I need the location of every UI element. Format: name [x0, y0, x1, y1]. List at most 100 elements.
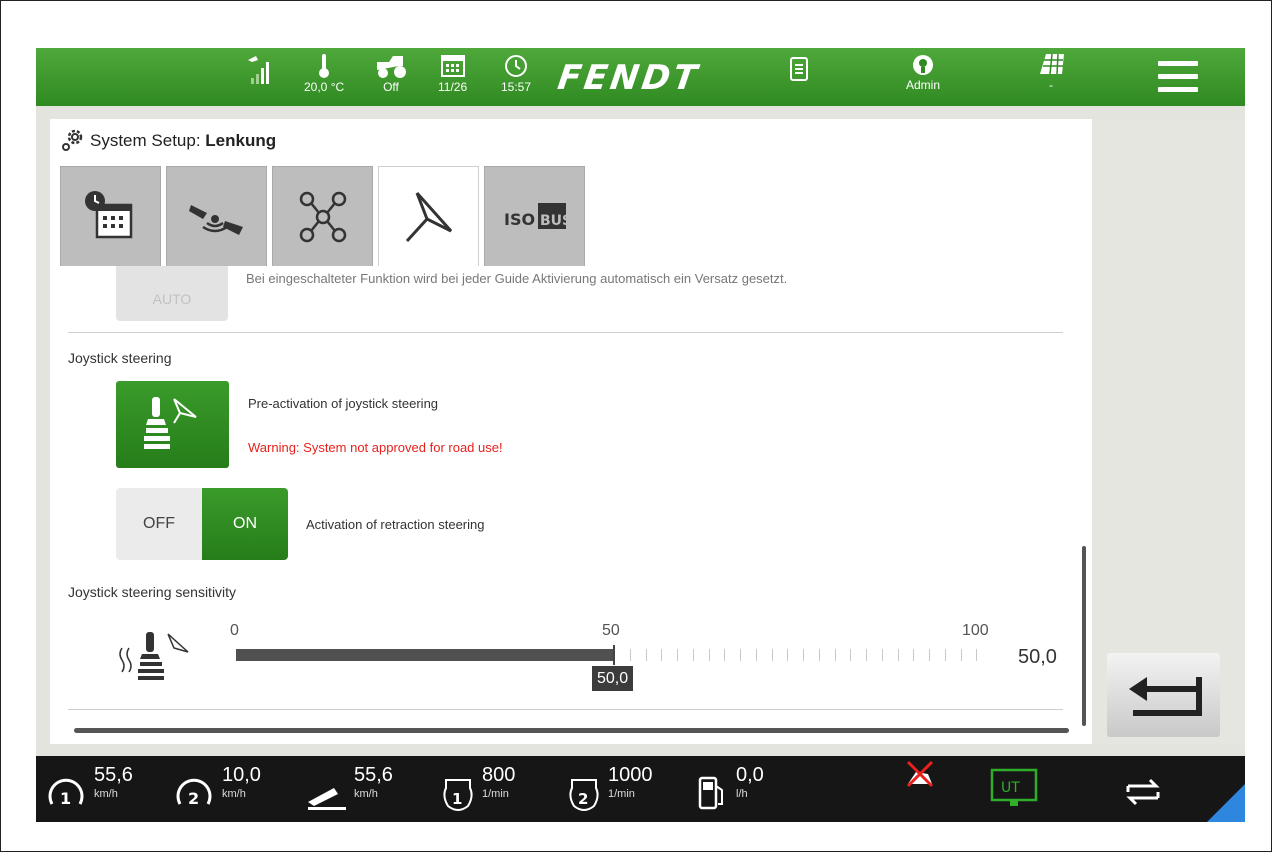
auto-offset-button[interactable]: AUTO: [116, 266, 228, 321]
horizontal-scrollbar[interactable]: [74, 728, 1069, 733]
fuel-value: 0,0: [736, 764, 764, 786]
field-indicator[interactable]: -: [1034, 52, 1068, 92]
sensitivity-slider-area: 0 50 100 50,0 50,0: [50, 616, 1092, 716]
tab-scheduler[interactable]: [60, 166, 161, 266]
steering-guide-icon: [405, 191, 452, 243]
toggle-on-option[interactable]: ON: [202, 488, 288, 560]
fuel-unit: l/h: [736, 788, 748, 800]
speed-2-unit: km/h: [222, 788, 246, 800]
auto-offset-description: Bei eingeschalteter Funktion wird bei je…: [246, 271, 788, 286]
slider-tick: [976, 649, 978, 661]
slider-mid-label: 50: [602, 622, 620, 639]
speed-1-value: 55,6: [94, 764, 133, 786]
preactivation-label: Pre-activation of joystick steering: [248, 396, 439, 411]
svg-text:UT: UT: [1001, 780, 1020, 796]
terminal-screen: 20,0 °C Off 11/26 15:57 FENDT Admin - Sy…: [36, 48, 1245, 822]
satellite-icon: [188, 204, 243, 235]
back-button[interactable]: [1107, 653, 1220, 737]
speed-3-unit: km/h: [354, 788, 378, 800]
field-icon: [1040, 53, 1064, 75]
tab-network[interactable]: [272, 166, 373, 266]
rpm-2-value: 1000: [608, 764, 653, 786]
svg-text:ISO: ISO: [504, 210, 535, 229]
slider-tick: [740, 649, 741, 661]
rpm-2-unit: 1/min: [608, 788, 635, 800]
slider-tick: [834, 649, 836, 661]
sensitivity-section-label: Joystick steering sensitivity: [68, 584, 237, 600]
user-label: Admin: [906, 78, 941, 92]
user-indicator[interactable]: Admin: [906, 52, 940, 92]
right-panel: [1092, 119, 1245, 745]
tab-satellite[interactable]: [166, 166, 267, 266]
slider-handle[interactable]: [613, 645, 615, 665]
speedometer-2-icon: 2: [176, 778, 212, 808]
top-status-bar: 20,0 °C Off 11/26 15:57 FENDT Admin -: [36, 48, 1245, 106]
swap-icon: [1126, 778, 1160, 806]
tractor-status-label: Off: [383, 80, 399, 94]
joystick-sensitivity-icon: [119, 632, 189, 680]
implement-disabled-indicator[interactable]: [902, 758, 938, 808]
slider-tick: [929, 649, 930, 661]
sensitivity-slider[interactable]: [236, 645, 992, 665]
signal-icon[interactable]: [242, 52, 276, 86]
page-header: System Setup: Lenkung ISO BUS: [50, 119, 1092, 267]
slider-tick: [755, 649, 757, 661]
vertical-scrollbar[interactable]: [1082, 546, 1086, 726]
slider-tick: [803, 649, 804, 661]
tab-steering[interactable]: [378, 166, 479, 267]
tractor-status[interactable]: Off: [373, 52, 409, 94]
slider-tick: [661, 649, 663, 661]
slider-min-label: 0: [230, 622, 239, 639]
retraction-toggle[interactable]: OFF ON: [116, 488, 288, 560]
engine-1-icon: 1: [443, 779, 473, 811]
slider-tick: [866, 649, 867, 661]
pedal-icon: [308, 788, 346, 810]
slider-value-display: 50,0: [1018, 646, 1057, 668]
back-arrow-icon: [1129, 677, 1202, 716]
slider-tick: [913, 649, 915, 661]
svg-text:BUS: BUS: [540, 213, 570, 229]
thermometer-icon: [319, 54, 330, 78]
joystick-icon: [144, 397, 197, 449]
slider-tick: [881, 649, 883, 661]
svg-text:1: 1: [452, 790, 462, 808]
tractor-icon: [377, 56, 406, 78]
joystick-preactivation-button[interactable]: [116, 381, 229, 468]
slider-tick: [960, 649, 962, 661]
retraction-label: Activation of retraction steering: [306, 517, 485, 532]
corner-indicator[interactable]: [1207, 784, 1245, 822]
time-label: 15:57: [501, 80, 532, 94]
menu-icon[interactable]: [1158, 61, 1198, 93]
slider-tick: [708, 649, 710, 661]
speedometer-1-icon: 1: [48, 778, 84, 808]
toggle-off-option[interactable]: OFF: [116, 488, 202, 560]
svg-text:1: 1: [60, 789, 71, 808]
slider-value-box: 50,0: [592, 666, 634, 691]
engine-2-icon: 2: [569, 779, 599, 811]
road-warning: Warning: System not approved for road us…: [248, 440, 503, 455]
date-indicator[interactable]: 11/26: [438, 52, 467, 94]
svg-text:2: 2: [188, 789, 199, 808]
slider-tick: [787, 649, 789, 661]
fuel-pump-icon: [698, 776, 723, 810]
slider-fill: [236, 649, 614, 661]
swap-button[interactable]: [1122, 774, 1164, 822]
svg-text:2: 2: [578, 790, 588, 808]
gear-icon: [62, 129, 83, 151]
document-icon[interactable]: [788, 56, 810, 82]
ut-button[interactable]: UT: [990, 768, 1040, 818]
slider-tick: [692, 649, 694, 661]
slider-tick: [629, 649, 631, 661]
slider-tick: [645, 649, 647, 661]
network-icon: [299, 191, 346, 242]
tab-isobus[interactable]: ISO BUS: [484, 166, 585, 266]
speed-3-value: 55,6: [354, 764, 393, 786]
slider-tick: [818, 649, 820, 661]
field-label: -: [1049, 78, 1053, 92]
temperature-indicator[interactable]: 20,0 °C: [304, 52, 344, 94]
settings-content: AUTO Bei eingeschalteter Funktion wird b…: [50, 266, 1092, 744]
slider-tick: [850, 649, 852, 661]
user-icon: [913, 55, 933, 75]
slider-tick: [944, 649, 946, 661]
time-indicator[interactable]: 15:57: [501, 52, 531, 94]
